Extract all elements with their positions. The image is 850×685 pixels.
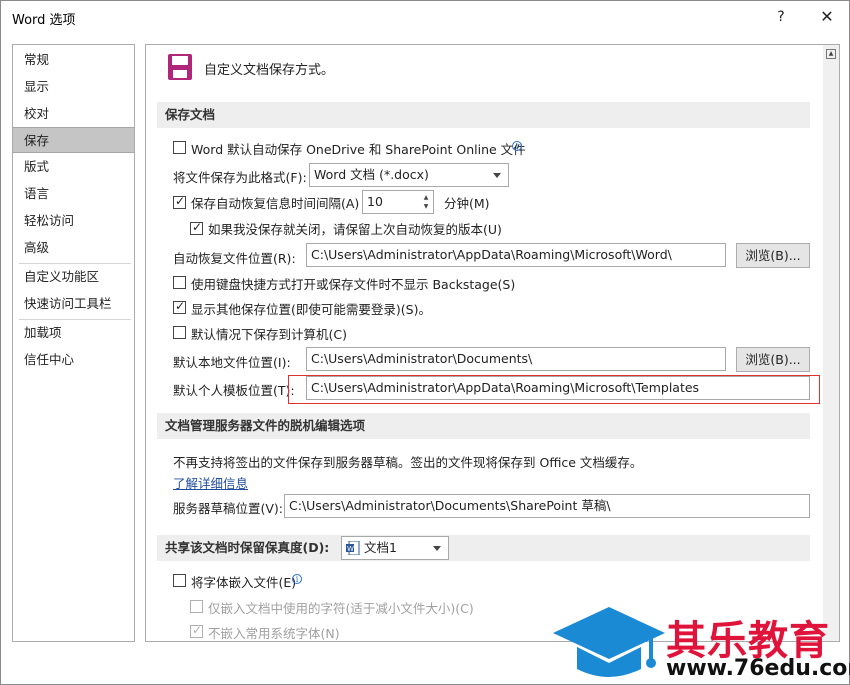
scroll-up-icon[interactable]: ▲: [826, 49, 836, 59]
sidebar-item-trust-center[interactable]: 信任中心: [13, 347, 134, 373]
save-to-computer-checkbox[interactable]: [173, 326, 186, 339]
save-format-dropdown[interactable]: Word 文档 (*.docx): [309, 163, 509, 187]
sidebar-item-advanced[interactable]: 高级: [13, 235, 134, 261]
show-more-locations-checkbox[interactable]: [173, 299, 186, 314]
save-icon: [168, 54, 192, 80]
autorecover-label: 保存自动恢复信息时间间隔(A): [191, 196, 360, 211]
autorecover-checkbox[interactable]: [173, 194, 186, 209]
fidelity-label: 共享该文档时保留保真度(D):: [165, 540, 330, 555]
show-more-locations-label: 显示其他保存位置(即使可能需要登录)(S)。: [191, 302, 431, 317]
close-button[interactable]: ✕: [812, 5, 842, 29]
local-location-input[interactable]: C:\Users\Administrator\Documents\: [306, 347, 726, 371]
keep-last-version-label: 如果我没保存就关闭，请保留上次自动恢复的版本(U): [208, 222, 502, 237]
save-to-computer-label: 默认情况下保存到计算机(C): [191, 327, 347, 342]
sidebar-item-display[interactable]: 显示: [13, 74, 134, 100]
autosave-cloud-label: Word 默认自动保存 OneDrive 和 SharePoint Online…: [191, 142, 526, 157]
no-backstage-checkbox[interactable]: [173, 276, 186, 289]
info-icon: i: [292, 574, 302, 584]
graduation-cap-logo: [553, 607, 665, 677]
server-drafts-label: 服务器草稿位置(V):: [173, 501, 284, 516]
svg-text:W: W: [347, 545, 354, 553]
page-description: 自定义文档保存方式。: [204, 63, 335, 78]
word-options-dialog: Word 选项 ? ✕ 常规 显示 校对 保存 版式 语言 轻松访问 高级 自定…: [0, 0, 850, 685]
autosave-cloud-checkbox[interactable]: [173, 141, 186, 154]
fidelity-document-dropdown[interactable]: W 文档1: [341, 536, 449, 560]
help-button[interactable]: ?: [766, 5, 796, 29]
sidebar-item-layout[interactable]: 版式: [13, 154, 134, 180]
save-format-label: 将文件保存为此格式(F):: [173, 170, 307, 185]
title-bar: Word 选项 ? ✕: [1, 1, 849, 33]
content-scrollbar[interactable]: ▲: [823, 45, 839, 641]
sidebar-item-language[interactable]: 语言: [13, 181, 134, 207]
section-save-documents: 保存文档: [157, 102, 810, 128]
sidebar-item-customize-ribbon[interactable]: 自定义功能区: [13, 264, 134, 290]
autorecover-minutes-value: 10: [367, 194, 383, 209]
section-fidelity: 共享该文档时保留保真度(D):: [157, 535, 810, 561]
keep-last-version-checkbox[interactable]: [190, 220, 203, 235]
browse-autorecover-button[interactable]: 浏览(B)...: [736, 243, 810, 268]
brand-url: www.76edu.com: [666, 656, 850, 681]
sidebar-item-save[interactable]: 保存: [13, 127, 134, 153]
word-document-icon: W: [346, 541, 360, 555]
options-content: 自定义文档保存方式。 保存文档 Word 默认自动保存 OneDrive 和 S…: [145, 44, 840, 642]
more-info-link[interactable]: 了解详细信息: [173, 473, 248, 492]
sidebar-item-general[interactable]: 常规: [13, 47, 134, 73]
local-location-label: 默认本地文件位置(I):: [173, 355, 291, 370]
no-common-fonts-checkbox[interactable]: [190, 623, 203, 638]
template-location-label: 默认个人模板位置(T):: [173, 383, 295, 398]
server-drafts-input[interactable]: C:\Users\Administrator\Documents\SharePo…: [284, 494, 810, 518]
sidebar-item-quick-access-toolbar[interactable]: 快速访问工具栏: [13, 291, 134, 317]
sidebar-item-proofing[interactable]: 校对: [13, 101, 134, 127]
embed-used-chars-label: 仅嵌入文档中使用的字符(适于减小文件大小)(C): [208, 601, 474, 616]
spinner-arrows-icon[interactable]: ▲ ▼: [421, 193, 431, 211]
embed-fonts-label: 将字体嵌入文件(E): [191, 575, 297, 590]
brand-watermark: 其乐教育 www.76edu.com: [553, 600, 850, 685]
info-icon: i: [512, 141, 522, 151]
sidebar-item-add-ins[interactable]: 加载项: [13, 320, 134, 346]
dialog-title: Word 选项: [12, 13, 76, 28]
no-common-fonts-label: 不嵌入常用系统字体(N): [208, 626, 340, 641]
sidebar-item-accessibility[interactable]: 轻松访问: [13, 208, 134, 234]
autorecover-minutes-spinner[interactable]: 10 ▲ ▼: [362, 190, 434, 214]
autorecover-location-input[interactable]: C:\Users\Administrator\AppData\Roaming\M…: [306, 243, 726, 267]
fidelity-document-value: 文档1: [364, 540, 397, 555]
embed-used-chars-checkbox[interactable]: [190, 600, 203, 613]
offline-notice: 不再支持将签出的文件保存到服务器草稿。签出的文件现将保存到 Office 文档缓…: [173, 455, 643, 470]
embed-fonts-checkbox[interactable]: [173, 574, 186, 587]
browse-local-button[interactable]: 浏览(B)...: [736, 347, 810, 372]
autorecover-location-label: 自动恢复文件位置(R):: [173, 251, 296, 266]
no-backstage-label: 使用键盘快捷方式打开或保存文件时不显示 Backstage(S): [191, 277, 516, 292]
minutes-label: 分钟(M): [444, 196, 490, 211]
highlight-box: [288, 375, 820, 404]
section-offline-editing: 文档管理服务器文件的脱机编辑选项: [157, 413, 810, 439]
options-sidebar: 常规 显示 校对 保存 版式 语言 轻松访问 高级 自定义功能区 快速访问工具栏…: [12, 44, 135, 642]
